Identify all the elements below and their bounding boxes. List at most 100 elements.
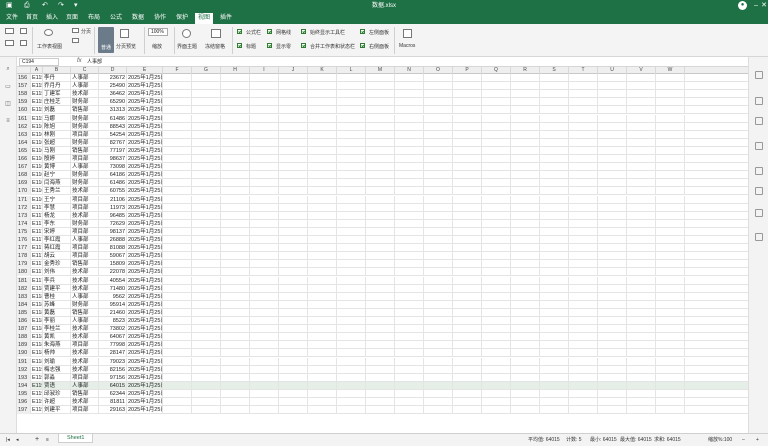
cell-empty[interactable]	[656, 236, 685, 244]
cell-A[interactable]: E1184	[31, 317, 43, 325]
cell-empty[interactable]	[337, 357, 366, 366]
cell-empty[interactable]	[656, 365, 685, 374]
cell-empty[interactable]	[163, 268, 192, 277]
cell-empty[interactable]	[453, 244, 482, 253]
cell-empty[interactable]	[192, 252, 221, 261]
cell-empty[interactable]	[279, 373, 308, 382]
cell-empty[interactable]	[656, 187, 685, 196]
cell-empty[interactable]	[366, 187, 395, 196]
cell-empty[interactable]	[424, 211, 453, 220]
cell-empty[interactable]	[511, 236, 540, 244]
row-header[interactable]: 193	[17, 373, 31, 382]
cell-C[interactable]: 项目部	[71, 195, 99, 204]
cell-empty[interactable]	[163, 349, 192, 358]
zoom-out-icon[interactable]: –	[742, 437, 745, 444]
cell-empty[interactable]	[366, 106, 395, 115]
cell-B[interactable]: 蒋红霞	[43, 244, 71, 253]
cell-empty[interactable]	[482, 155, 511, 163]
cell-empty[interactable]	[308, 260, 337, 269]
cell-empty[interactable]	[569, 349, 598, 358]
cell-E[interactable]: 2025年1月25日	[127, 300, 163, 309]
cell-empty[interactable]	[308, 292, 337, 301]
cell-empty[interactable]	[366, 365, 395, 374]
cell-empty[interactable]	[569, 284, 598, 293]
cell-D[interactable]: 81088	[99, 244, 127, 253]
cell-empty[interactable]	[511, 171, 540, 180]
cell-empty[interactable]	[569, 268, 598, 277]
cell-empty[interactable]	[482, 171, 511, 180]
cell-empty[interactable]	[511, 74, 540, 82]
cell-empty[interactable]	[337, 227, 366, 236]
cell-E[interactable]: 2025年1月25日	[127, 341, 163, 350]
cell-empty[interactable]	[279, 130, 308, 139]
cell-empty[interactable]	[569, 82, 598, 91]
cell-empty[interactable]	[221, 195, 250, 204]
headings-checkbox[interactable]	[237, 43, 242, 48]
column-header-Q[interactable]: Q	[482, 67, 511, 74]
cell-empty[interactable]	[569, 333, 598, 342]
cell-empty[interactable]	[482, 90, 511, 99]
cell-empty[interactable]	[424, 146, 453, 155]
cell-empty[interactable]	[453, 211, 482, 220]
cell-empty[interactable]	[598, 114, 627, 123]
cell-empty[interactable]	[656, 244, 685, 253]
column-header-O[interactable]: O	[424, 67, 453, 74]
cell-empty[interactable]	[598, 406, 627, 415]
cell-E[interactable]: 2025年1月25日	[127, 219, 163, 228]
cell-E[interactable]: 2025年1月25日	[127, 398, 163, 406]
cell-empty[interactable]	[453, 317, 482, 325]
cell-empty[interactable]	[192, 276, 221, 285]
cell-A[interactable]: E1195	[31, 406, 43, 415]
cell-C[interactable]: 技术部	[71, 268, 99, 277]
cell-empty[interactable]	[192, 373, 221, 382]
combine-sheet-status-checkbox[interactable]	[301, 43, 306, 48]
cell-B[interactable]: 刘磊	[43, 106, 71, 115]
cell-B[interactable]: 黄凯	[43, 333, 71, 342]
cell-empty[interactable]	[366, 195, 395, 204]
cell-empty[interactable]	[424, 195, 453, 204]
cell-D[interactable]: 95914	[99, 300, 127, 309]
cell-empty[interactable]	[221, 179, 250, 188]
cell-empty[interactable]	[453, 138, 482, 147]
cell-empty[interactable]	[279, 357, 308, 366]
cell-empty[interactable]	[250, 406, 279, 415]
cell-empty[interactable]	[511, 90, 540, 99]
cell-empty[interactable]	[308, 114, 337, 123]
cell-empty[interactable]	[308, 146, 337, 155]
cell-empty[interactable]	[627, 106, 656, 115]
cell-empty[interactable]	[598, 349, 627, 358]
cell-C[interactable]: 技术部	[71, 357, 99, 366]
cell-empty[interactable]	[163, 357, 192, 366]
cell-empty[interactable]	[511, 398, 540, 406]
cell-empty[interactable]	[366, 179, 395, 188]
cell-empty[interactable]	[395, 268, 424, 277]
cell-empty[interactable]	[279, 138, 308, 147]
cell-empty[interactable]	[279, 82, 308, 91]
cell-empty[interactable]	[656, 90, 685, 99]
cell-C[interactable]: 销售部	[71, 389, 99, 398]
cell-E[interactable]: 2025年1月25日	[127, 106, 163, 115]
table-settings-icon[interactable]	[755, 117, 763, 125]
cell-empty[interactable]	[337, 398, 366, 406]
cell-empty[interactable]	[482, 74, 511, 82]
cell-empty[interactable]	[308, 373, 337, 382]
row-header[interactable]: 196	[17, 398, 31, 406]
cell-empty[interactable]	[366, 317, 395, 325]
cell-empty[interactable]	[337, 98, 366, 107]
interface-theme-icon[interactable]	[182, 29, 191, 38]
cell-empty[interactable]	[656, 219, 685, 228]
cell-empty[interactable]	[250, 219, 279, 228]
cell-empty[interactable]	[192, 122, 221, 131]
cell-empty[interactable]	[627, 398, 656, 406]
cell-empty[interactable]	[366, 398, 395, 406]
cell-empty[interactable]	[337, 333, 366, 342]
cell-empty[interactable]	[569, 276, 598, 285]
cell-empty[interactable]	[221, 365, 250, 374]
cell-empty[interactable]	[569, 292, 598, 301]
cell-B[interactable]: 杨龙	[43, 211, 71, 220]
cell-E[interactable]: 2025年1月25日	[127, 244, 163, 253]
cell-empty[interactable]	[221, 163, 250, 172]
cell-D[interactable]: 72629	[99, 219, 127, 228]
cell-C[interactable]: 财务部	[71, 300, 99, 309]
cell-empty[interactable]	[250, 300, 279, 309]
